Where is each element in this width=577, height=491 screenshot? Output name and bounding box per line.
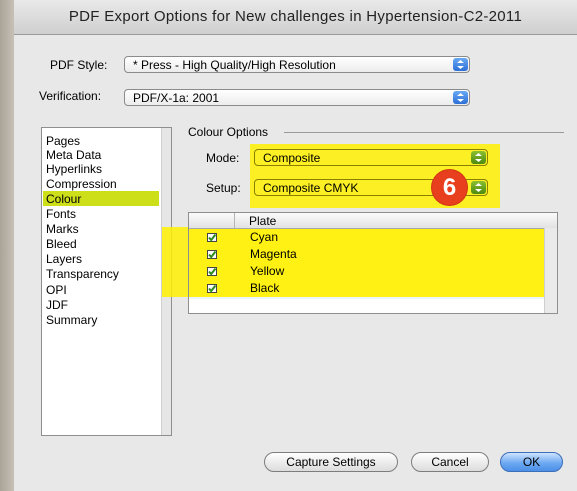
pdf-style-value: * Press - High Quality/High Resolution [133,58,336,72]
sidebar-item-compression[interactable]: Compression [46,177,117,191]
sidebar-item-bleed[interactable]: Bleed [46,237,77,251]
sidebar-item-summary[interactable]: Summary [46,313,97,327]
mode-select[interactable]: Composite [254,149,488,166]
sidebar-item-pages[interactable]: Pages [46,134,80,148]
plates-table[interactable]: Plate Cyan Magenta Yellow Black [188,212,558,314]
sidebar-item-jdf[interactable]: JDF [46,298,68,312]
table-row[interactable]: Black [189,280,557,297]
sidebar-item-hyperlinks[interactable]: Hyperlinks [46,162,102,176]
pdf-style-select[interactable]: * Press - High Quality/High Resolution [124,56,470,73]
step-number-badge: 6 [432,170,467,205]
table-row [189,297,557,299]
sidebar-item-opi[interactable]: OPI [46,283,67,297]
column-divider [234,213,235,228]
chevron-updown-icon [471,181,486,194]
setup-label: Setup: [206,181,241,195]
sidebar-item-colour[interactable]: Colour [46,192,81,206]
ok-button[interactable]: OK [500,452,563,472]
plate-name: Black [250,281,280,295]
table-row[interactable]: Magenta [189,246,557,263]
checkbox-checked-icon[interactable] [207,267,217,276]
sidebar-item-transparency[interactable]: Transparency [46,267,119,281]
plate-name: Cyan [250,230,279,244]
table-row[interactable]: Yellow [189,263,557,280]
background-strip [0,0,14,491]
chevron-updown-icon [453,91,468,104]
window-title: PDF Export Options for New challenges in… [68,8,523,25]
setup-value: Composite CMYK [263,181,359,195]
cancel-button[interactable]: Cancel [411,452,489,472]
plate-name: Yellow [250,264,285,278]
table-scrollbar[interactable] [544,228,557,313]
sidebar-item-fonts[interactable]: Fonts [46,207,76,221]
table-row[interactable]: Cyan [189,229,557,246]
table-header: Plate [189,213,557,229]
mode-value: Composite [263,151,321,165]
chevron-updown-icon [453,58,468,71]
checkbox-checked-icon[interactable] [207,233,217,242]
verification-value: PDF/X-1a: 2001 [133,91,220,105]
pdf-style-label: PDF Style: [50,58,108,72]
colour-options-title: Colour Options [188,125,269,139]
export-dialog: PDF Export Options for New challenges in… [14,0,577,491]
section-list[interactable]: Pages Meta Data Hyperlinks Compression C… [41,127,172,436]
checkbox-checked-icon[interactable] [207,284,217,293]
checkbox-checked-icon[interactable] [207,250,217,259]
group-divider [284,132,564,133]
capture-settings-button[interactable]: Capture Settings [264,452,398,472]
chevron-updown-icon [471,151,486,164]
verification-label: Verification: [39,89,102,103]
sidebar-item-layers[interactable]: Layers [46,252,82,266]
plate-name: Magenta [250,247,297,261]
sidebar-item-marks[interactable]: Marks [46,222,79,236]
mode-label: Mode: [206,151,240,165]
sidebar-item-meta-data[interactable]: Meta Data [46,148,101,162]
verification-select[interactable]: PDF/X-1a: 2001 [124,89,470,106]
title-bar: PDF Export Options for New challenges in… [14,0,577,35]
column-header-plate[interactable]: Plate [249,214,276,228]
